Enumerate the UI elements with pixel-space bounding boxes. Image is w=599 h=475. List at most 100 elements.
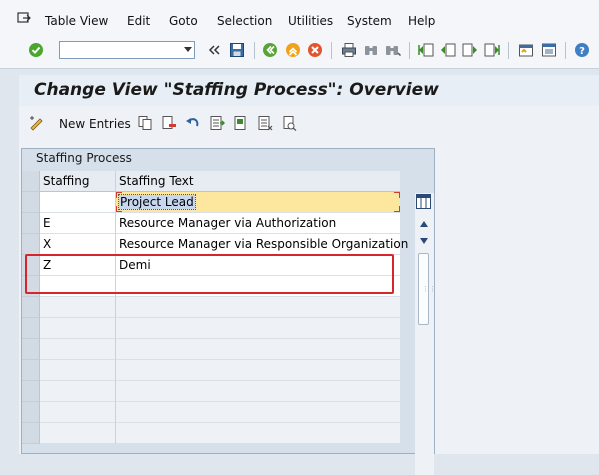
toolbar-separator xyxy=(254,42,255,59)
print-icon[interactable] xyxy=(341,42,357,58)
command-field[interactable] xyxy=(59,41,195,59)
empty-cell xyxy=(116,381,400,402)
row-selector[interactable] xyxy=(22,402,40,423)
cursor-bracket xyxy=(394,206,400,212)
table-row-empty xyxy=(22,339,400,360)
back-double-chevron-icon[interactable] xyxy=(206,42,222,58)
previous-page-icon[interactable] xyxy=(440,42,456,58)
table-row-empty xyxy=(22,318,400,339)
enter-icon[interactable] xyxy=(28,42,44,58)
empty-cell xyxy=(116,318,400,339)
table-row-empty xyxy=(22,423,400,444)
table-row-empty xyxy=(22,402,400,423)
table-row: Project Lead xyxy=(22,192,400,213)
cursor-bracket xyxy=(116,206,122,212)
scroll-down-icon[interactable] xyxy=(420,238,428,244)
panel-title: Staffing Process xyxy=(36,151,132,165)
column-header-staffing[interactable]: Staffing xyxy=(40,171,116,192)
empty-cell xyxy=(40,339,116,360)
table-row-empty xyxy=(22,297,400,318)
help-icon[interactable]: ? xyxy=(574,42,590,58)
create-session-icon[interactable] xyxy=(518,42,534,58)
staffing-cell[interactable]: E xyxy=(40,213,116,234)
menu-edit[interactable]: Edit xyxy=(127,14,150,28)
table-row-empty xyxy=(22,381,400,402)
delete-icon[interactable] xyxy=(161,115,177,131)
empty-cell xyxy=(116,297,400,318)
standard-toolbar: ? xyxy=(0,40,599,69)
select-all-icon[interactable] xyxy=(209,115,225,131)
page-title: Change View "Staffing Process": Overview xyxy=(34,80,439,100)
change-display-icon[interactable] xyxy=(29,115,45,131)
print-view-icon[interactable] xyxy=(281,115,297,131)
toolbar-separator xyxy=(508,42,509,59)
last-page-icon[interactable] xyxy=(484,42,500,58)
cursor-bracket xyxy=(116,192,122,198)
cursor-bracket xyxy=(394,192,400,198)
select-all-column[interactable] xyxy=(22,171,40,192)
empty-cell xyxy=(116,339,400,360)
scroll-thumb[interactable]: ⋮⋮ xyxy=(418,253,436,325)
menu-selection[interactable]: Selection xyxy=(217,14,272,28)
chevron-down-icon[interactable] xyxy=(184,47,192,52)
menu-goto[interactable]: Goto xyxy=(169,14,198,28)
exit-icon[interactable] xyxy=(285,42,301,58)
svg-text:?: ? xyxy=(579,46,585,57)
first-page-icon[interactable] xyxy=(418,42,434,58)
selected-text: Project Lead xyxy=(118,194,196,210)
select-block-icon[interactable] xyxy=(233,115,249,131)
deselect-all-icon[interactable] xyxy=(257,115,273,131)
save-icon[interactable] xyxy=(229,42,245,58)
empty-cell xyxy=(40,423,116,444)
row-selector[interactable] xyxy=(22,360,40,381)
menu-table-view[interactable]: Table View xyxy=(45,14,108,28)
highlight-box xyxy=(25,254,394,294)
table-header-row: Staffing Staffing Text xyxy=(22,171,400,192)
menu-bar: Table View Edit Goto Selection Utilities… xyxy=(0,0,599,41)
cancel-icon[interactable] xyxy=(307,42,323,58)
table-row: E Resource Manager via Authorization xyxy=(22,213,400,234)
undo-icon[interactable] xyxy=(185,115,201,131)
row-selector[interactable] xyxy=(22,213,40,234)
row-selector[interactable] xyxy=(22,381,40,402)
row-selector[interactable] xyxy=(22,192,40,213)
toolbar-separator xyxy=(565,42,566,59)
toolbar-separator xyxy=(409,42,410,59)
toolbar-separator xyxy=(331,42,332,59)
staffing-text-cell[interactable]: Resource Manager via Responsible Organiz… xyxy=(116,234,408,255)
vertical-scrollbar[interactable]: ⋮⋮ xyxy=(415,193,436,475)
empty-cell xyxy=(40,297,116,318)
column-configuration-icon[interactable] xyxy=(416,194,431,209)
command-input[interactable] xyxy=(62,43,176,59)
copy-as-icon[interactable] xyxy=(137,115,153,131)
column-header-staffing-text[interactable]: Staffing Text xyxy=(116,171,400,192)
back-icon[interactable] xyxy=(262,42,278,58)
table-panel: Staffing Process Staffing Staffing Text … xyxy=(21,148,436,475)
menu-utilities[interactable]: Utilities xyxy=(288,14,333,28)
scroll-up-icon[interactable] xyxy=(420,221,428,227)
row-selector[interactable] xyxy=(22,339,40,360)
empty-cell xyxy=(40,381,116,402)
find-icon[interactable] xyxy=(363,42,379,58)
menu-help[interactable]: Help xyxy=(408,14,435,28)
menu-system[interactable]: System xyxy=(347,14,392,28)
find-next-icon[interactable] xyxy=(385,42,401,58)
row-selector[interactable] xyxy=(22,234,40,255)
shortcut-icon[interactable] xyxy=(541,42,557,58)
row-selector[interactable] xyxy=(22,423,40,444)
application-toolbar: New Entries xyxy=(19,106,599,140)
row-selector[interactable] xyxy=(22,318,40,339)
table-row: X Resource Manager via Responsible Organ… xyxy=(22,234,408,255)
empty-cell xyxy=(40,318,116,339)
new-entries-button[interactable]: New Entries xyxy=(59,117,131,131)
row-selector[interactable] xyxy=(22,297,40,318)
staffing-text-input[interactable]: Project Lead xyxy=(116,192,400,213)
staffing-cell[interactable] xyxy=(40,192,116,213)
next-page-icon[interactable] xyxy=(462,42,478,58)
empty-cell xyxy=(40,360,116,381)
empty-cell xyxy=(116,402,400,423)
system-menu-icon[interactable] xyxy=(17,12,31,24)
staffing-text-cell[interactable]: Resource Manager via Authorization xyxy=(116,213,400,234)
staffing-cell[interactable]: X xyxy=(40,234,116,255)
empty-cell xyxy=(40,402,116,423)
